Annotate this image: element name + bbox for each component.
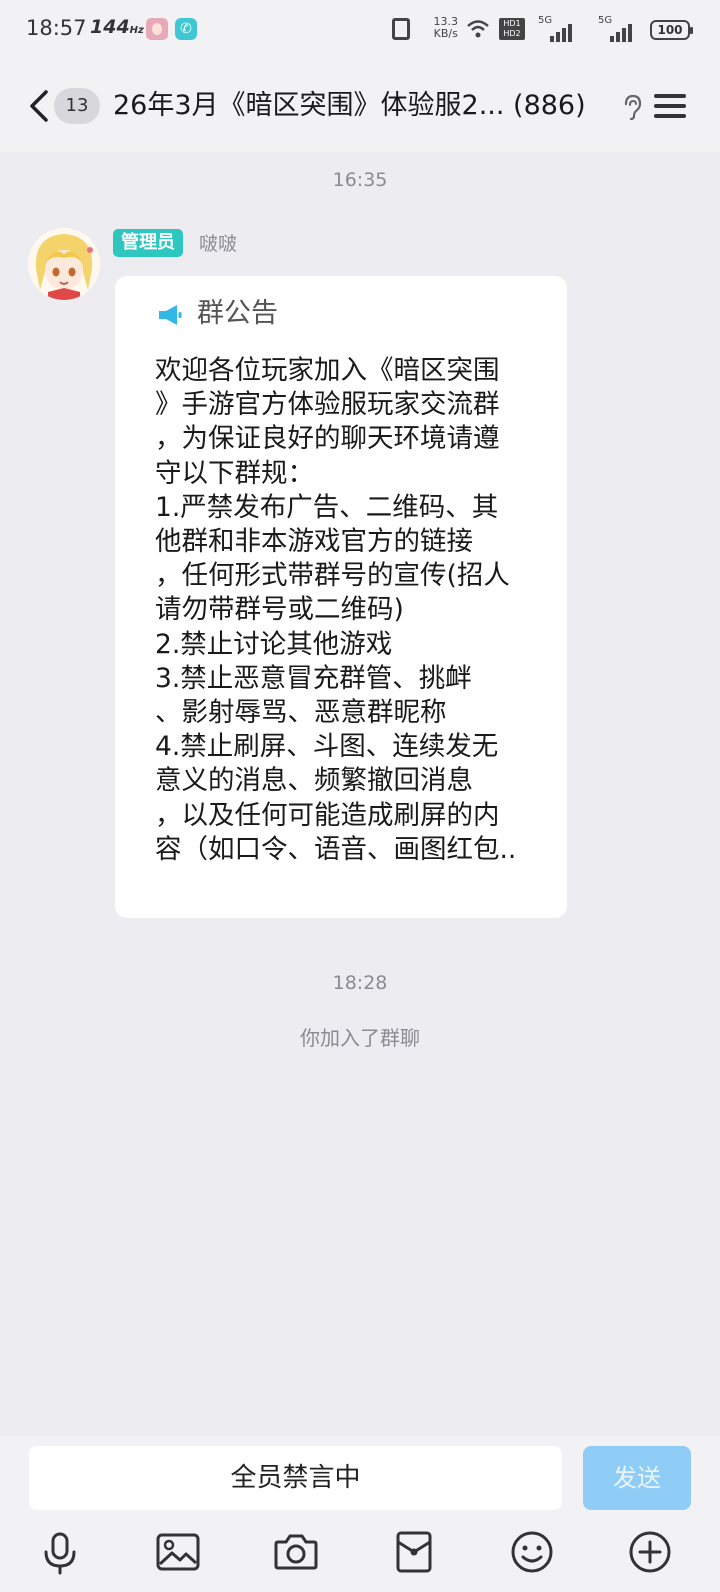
status-indicators: 13.3 KB/s HD1 HD2 5G 5G 100 <box>390 15 693 45</box>
announcement-line: 欢迎各位玩家加入《暗区突围 <box>155 355 500 386</box>
vibrate-icon <box>392 18 410 40</box>
refresh-rate-unit: Hz <box>129 25 144 36</box>
status-time: 18:57 <box>26 16 87 40</box>
signal-1-label: 5G <box>538 15 553 26</box>
camera-icon[interactable] <box>272 1528 320 1576</box>
admin-role-badge: 管理员 <box>113 229 183 257</box>
plus-icon[interactable] <box>626 1528 674 1576</box>
announcement-line: 守以下群规： <box>155 457 314 489</box>
chat-title[interactable]: 26年3月《暗区突围》体验服2... (886) <box>113 86 613 126</box>
battery-icon: 100 <box>650 20 693 40</box>
network-speed-unit: KB/s <box>433 27 458 40</box>
hd-label-1: HD1 <box>503 19 521 28</box>
chat-header: 13 26年3月《暗区突围》体验服2... (886) <box>0 60 720 152</box>
earpiece-mode-icon <box>622 94 642 121</box>
announcement-line: 4.禁止刷屏、斗图、连续发无 <box>155 731 499 763</box>
announcement-line: 2.禁止讨论其他游戏 <box>155 628 393 660</box>
announcement-line: ，以及任何可能造成刷屏的内 <box>155 799 500 831</box>
image-icon[interactable] <box>154 1528 202 1576</box>
refresh-rate-indicator: 144Hz <box>90 16 144 38</box>
unread-count-badge[interactable]: 13 <box>54 88 100 124</box>
announcement-bubble[interactable]: 群公告 欢迎各位玩家加入《暗区突围 》手游官方体验服玩家交流群 ，为保证良好的聊… <box>115 276 567 918</box>
system-message: 你加入了群聊 <box>300 1026 420 1050</box>
announcement-line: ，为保证良好的聊天环境请遵 <box>155 423 500 455</box>
network-speed: 13.3 KB/s <box>434 16 459 40</box>
announcement-line: 3.禁止恶意冒充群管、挑衅 <box>155 662 472 694</box>
announcement-line: 请勿带群号或二维码) <box>155 594 404 626</box>
app-notification-icon <box>146 18 168 40</box>
signal-icon-1: 5G <box>538 15 572 42</box>
signal-2-label: 5G <box>598 15 613 26</box>
announcement-line: 1.严禁发布广告、二维码、其 <box>155 491 499 523</box>
back-arrow-icon[interactable] <box>26 90 54 122</box>
status-bar: 18:57 144Hz ✆ 13.3 KB/s HD1 HD2 5G 5G 10… <box>0 0 720 60</box>
announcement-line: ，任何形式带群号的宣传(招人 <box>155 560 510 592</box>
hd-voice-icon: HD1 HD2 <box>499 18 525 40</box>
input-area: 全员禁言中 发送 <box>0 1436 720 1592</box>
signal-icon-2: 5G <box>598 15 632 42</box>
announcement-title: 群公告 <box>197 298 278 329</box>
megaphone-icon <box>157 304 183 326</box>
phone-app-icon: ✆ <box>175 18 197 40</box>
announcement-line: 他群和非本游戏官方的链接 <box>155 526 473 558</box>
announcement-line: 》手游官方体验服玩家交流群 <box>155 389 500 421</box>
announcement-line: 容（如口令、语音、画图红包.. <box>155 833 517 865</box>
announcement-line: 、影射辱骂、恶意群昵称 <box>155 697 447 729</box>
sender-name[interactable]: 啵啵 <box>199 230 237 258</box>
announcement-line: 意义的消息、频繁撤回消息 <box>155 765 473 797</box>
avatar[interactable] <box>28 228 100 300</box>
red-packet-icon[interactable] <box>390 1528 438 1576</box>
message-timestamp: 18:28 <box>332 972 388 994</box>
announcement-content: 欢迎各位玩家加入《暗区突围 》手游官方体验服玩家交流群 ，为保证良好的聊天环境请… <box>155 354 543 867</box>
send-button[interactable]: 发送 <box>583 1446 691 1510</box>
emoji-icon[interactable] <box>508 1528 556 1576</box>
muted-input-field: 全员禁言中 <box>29 1446 562 1510</box>
message-timestamp: 16:35 <box>332 169 388 191</box>
microphone-icon[interactable] <box>36 1528 84 1576</box>
hd-label-2: HD2 <box>503 29 521 38</box>
menu-icon[interactable] <box>654 92 686 120</box>
wifi-icon <box>466 18 490 45</box>
refresh-rate-value: 144 <box>90 16 130 38</box>
